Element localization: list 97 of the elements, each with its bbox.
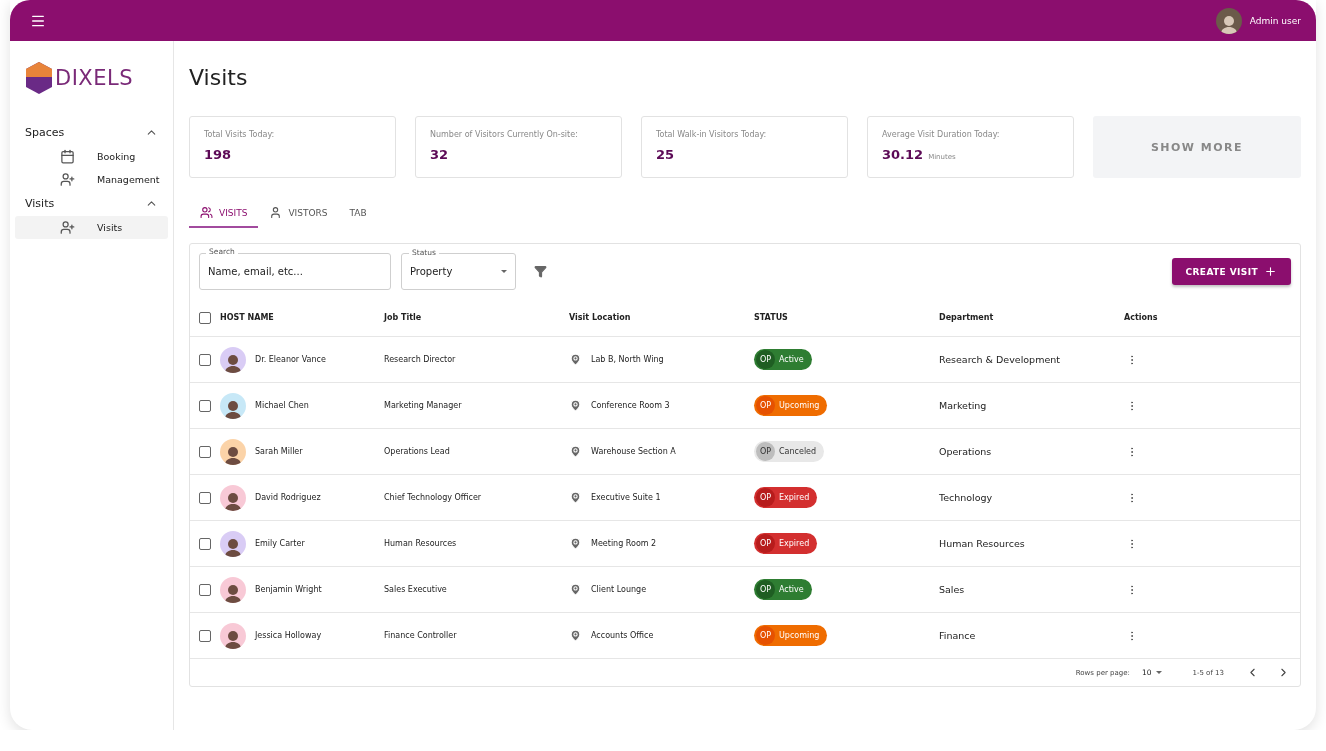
dropdown-caret-icon	[1156, 671, 1163, 674]
person-silhouette-icon	[224, 444, 242, 465]
nav-item[interactable]: Visits	[15, 216, 168, 239]
person-silhouette-icon	[224, 628, 242, 649]
calendar-icon	[60, 149, 75, 164]
department: Technology	[939, 492, 994, 503]
column-header: STATUS	[754, 313, 789, 322]
row-checkbox[interactable]	[199, 445, 211, 458]
visit-location: Executive Suite 1	[591, 493, 661, 502]
job-title: Finance Controller	[384, 631, 458, 640]
location-pin-icon	[569, 445, 582, 458]
host-name: Benjamin Wright	[255, 585, 322, 594]
host-name: David Rodriguez	[255, 493, 321, 502]
location-pin-icon	[569, 399, 582, 412]
person-silhouette-icon	[1219, 13, 1238, 34]
person-silhouette-icon	[224, 398, 242, 419]
logo-text: DIXELS	[55, 66, 134, 90]
column-header: Visit Location	[569, 313, 632, 322]
filter-button[interactable]	[534, 265, 547, 278]
filter-icon	[534, 265, 547, 278]
location-pin-icon	[569, 537, 582, 550]
stat-label: Total Visits Today:	[204, 130, 276, 139]
stat-value: 198	[204, 147, 232, 162]
column-header: Job Title	[384, 313, 423, 322]
stat-label: Number of Visitors Currently On-site:	[430, 130, 579, 139]
visit-location: Client Lounge	[591, 585, 647, 594]
host-name: Dr. Eleanor Vance	[255, 355, 326, 364]
nav-group-header[interactable]: Visits	[15, 191, 168, 216]
job-title: Operations Lead	[384, 447, 451, 456]
status-chip: OP Canceled	[754, 441, 825, 462]
location-pin-icon	[569, 491, 582, 504]
user-avatar[interactable]	[1215, 7, 1242, 34]
department: Operations	[939, 446, 993, 457]
person-add-icon	[60, 172, 75, 187]
nav-item[interactable]: Management	[15, 168, 168, 191]
row-checkbox[interactable]	[199, 537, 211, 550]
status-chip: OP Upcoming	[754, 395, 828, 416]
create-visit-button[interactable]: CREATE VISIT	[1171, 258, 1291, 285]
host-name: Michael Chen	[255, 401, 309, 410]
stat-value: 32	[430, 147, 449, 162]
people-icon	[200, 206, 213, 219]
stat-label: Average Visit Duration Today:	[882, 130, 1001, 139]
visit-location: Accounts Office	[591, 631, 654, 640]
person-silhouette-icon	[224, 536, 242, 557]
row-checkbox[interactable]	[199, 353, 211, 366]
location-pin-icon	[569, 583, 582, 596]
stat-label: Total Walk-in Visitors Today:	[656, 130, 768, 139]
host-name: Emily Carter	[255, 539, 305, 548]
department: Research & Development	[939, 354, 1061, 365]
tab[interactable]: VISTORS	[258, 200, 339, 228]
hexagon-logo-icon	[25, 61, 53, 95]
status-chip: OP Expired	[754, 533, 818, 554]
search-field[interactable]: Name, email, etc...	[199, 253, 391, 290]
nav-item[interactable]: Booking	[15, 145, 168, 168]
status-chip: OP Active	[754, 579, 812, 600]
column-header: HOST NAME	[220, 313, 274, 322]
visit-location: Meeting Room 2	[591, 539, 657, 548]
person-icon	[269, 206, 283, 219]
nav-group-header[interactable]: Spaces	[15, 120, 168, 145]
dropdown-caret-icon	[501, 270, 507, 273]
department: Sales	[939, 584, 966, 595]
page-title: Visits	[189, 65, 249, 90]
location-pin-icon	[569, 353, 582, 366]
person-add-icon	[60, 220, 75, 235]
job-title: Human Resources	[384, 539, 458, 548]
status-chip: OP Upcoming	[754, 625, 828, 646]
stat-value: 30.12	[882, 147, 924, 162]
job-title: Research Director	[384, 355, 457, 364]
row-checkbox[interactable]	[199, 491, 211, 504]
column-header: Actions	[1124, 313, 1159, 322]
row-checkbox[interactable]	[199, 629, 211, 642]
select-all-checkbox[interactable]	[199, 311, 211, 324]
location-pin-icon	[569, 629, 582, 642]
user-name: Admin user	[1249, 15, 1301, 26]
department: Finance	[939, 630, 977, 641]
visit-location: Warehouse Section A	[591, 447, 676, 456]
department: Human Resources	[939, 538, 1026, 549]
visit-location: Conference Room 3	[591, 401, 670, 410]
job-title: Sales Executive	[384, 585, 448, 594]
status-chip: OP Active	[754, 349, 812, 370]
tab[interactable]: TAB	[338, 200, 378, 228]
person-silhouette-icon	[224, 490, 242, 511]
column-header: Department	[939, 313, 995, 322]
plus-icon	[1264, 265, 1277, 278]
person-silhouette-icon	[224, 582, 242, 603]
visit-location: Lab B, North Wing	[591, 355, 664, 364]
stat-value: 25	[656, 147, 675, 162]
job-title: Marketing Manager	[384, 401, 463, 410]
job-title: Chief Technology Officer	[384, 493, 483, 502]
row-checkbox[interactable]	[199, 583, 211, 596]
tab[interactable]: VISITS	[189, 200, 259, 228]
host-name: Sarah Miller	[255, 447, 303, 456]
department: Marketing	[939, 400, 988, 411]
host-name: Jessica Holloway	[255, 631, 322, 640]
row-checkbox[interactable]	[199, 399, 211, 412]
status-chip: OP Expired	[754, 487, 818, 508]
person-silhouette-icon	[224, 352, 242, 373]
